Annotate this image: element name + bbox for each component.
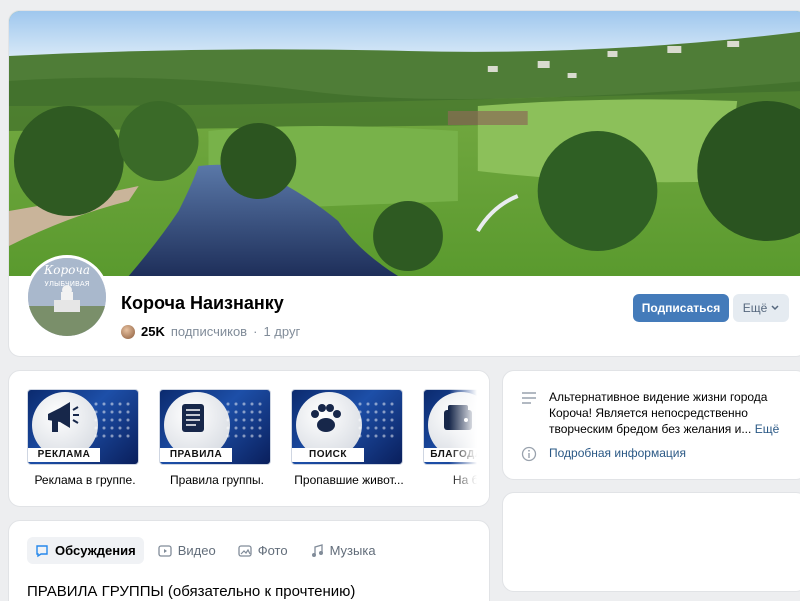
tab-discussions[interactable]: Обсуждения (27, 537, 144, 564)
scroll-icon (182, 404, 204, 432)
info-icon (521, 446, 537, 462)
friend-avatar (121, 324, 135, 339)
description-text: Альтернативное видение жизни города Коро… (549, 390, 768, 436)
link-item-search[interactable]: ПОИСК Пропавшие живот... (291, 389, 407, 487)
link-caption: Реклама в группе. (34, 473, 136, 487)
chat-icon (36, 544, 48, 557)
tab-label: Видео (177, 543, 216, 558)
group-name: Короча Наизнанку (121, 293, 284, 313)
links-card: РЕКЛАМА Реклама в группе. ПРАВИЛА Правил… (8, 370, 490, 507)
tab-photo[interactable]: Фото (230, 537, 296, 564)
friends-count: 1 друг (263, 324, 301, 339)
content-tabs-card: Обсуждения Видео Фото Музыка ПРАВИЛА ГРУ… (8, 520, 490, 601)
post-title[interactable]: ПРАВИЛА ГРУППЫ (обязательно к прочтению) (27, 583, 355, 600)
tab-video[interactable]: Видео (150, 537, 224, 564)
link-thumbnail: РЕКЛАМА (27, 389, 139, 465)
play-icon (158, 544, 172, 557)
link-item-ads[interactable]: РЕКЛАМА Реклама в группе. (27, 389, 143, 487)
link-plate: РЕКЛАМА (28, 448, 100, 462)
group-avatar[interactable]: Короча УЛЫБЧИВАЯ (25, 255, 109, 339)
link-plate: ПРАВИЛА (160, 448, 232, 462)
subscribers-label: подписчиков (170, 324, 248, 339)
description-more-link[interactable]: Ещё (755, 422, 780, 436)
music-icon (311, 543, 323, 557)
link-thumbnail: ПОИСК (291, 389, 403, 465)
sidebar-empty-card (502, 492, 800, 592)
link-plate: ПОИСК (292, 448, 364, 462)
paw-icon (311, 404, 341, 432)
link-item-rules[interactable]: ПРАВИЛА Правила группы. (159, 389, 275, 487)
subscribers-row[interactable]: 25K подписчиков · 1 друг (121, 324, 300, 339)
subscribers-count: 25K (141, 324, 165, 339)
group-header-card: Короча УЛЫБЧИВАЯ Короча Наизнанку 25K по… (8, 10, 800, 357)
tab-label: Обсуждения (55, 543, 136, 558)
link-thumbnail: ПРАВИЛА (159, 389, 271, 465)
description-icon (522, 392, 536, 404)
megaphone-icon (48, 402, 79, 432)
info-card: Альтернативное видение жизни города Коро… (502, 370, 800, 480)
link-caption: Правила группы. (170, 473, 264, 487)
tab-music[interactable]: Музыка (302, 537, 384, 564)
tab-label: Музыка (329, 543, 376, 558)
links-scroll-fade (449, 371, 489, 506)
detailed-info-link[interactable]: Подробная информация (549, 446, 686, 460)
cover-image (9, 11, 800, 276)
photo-icon (238, 544, 252, 557)
tab-label: Фото (257, 543, 288, 558)
svg-text:Короча: Короча (43, 263, 90, 277)
more-label: Ещё (742, 301, 768, 315)
group-description: Альтернативное видение жизни города Коро… (549, 389, 781, 437)
avatar-image: Короча УЛЫБЧИВАЯ (28, 258, 106, 336)
chevron-down-icon (771, 305, 779, 311)
svg-text:УЛЫБЧИВАЯ: УЛЫБЧИВАЯ (45, 280, 90, 288)
subscribe-button[interactable]: Подписаться (633, 294, 729, 322)
link-caption: Пропавшие живот... (294, 473, 404, 487)
more-button[interactable]: Ещё (733, 294, 789, 322)
content-tabs: Обсуждения Видео Фото Музыка (27, 537, 384, 564)
separator-dot: · (253, 324, 258, 339)
